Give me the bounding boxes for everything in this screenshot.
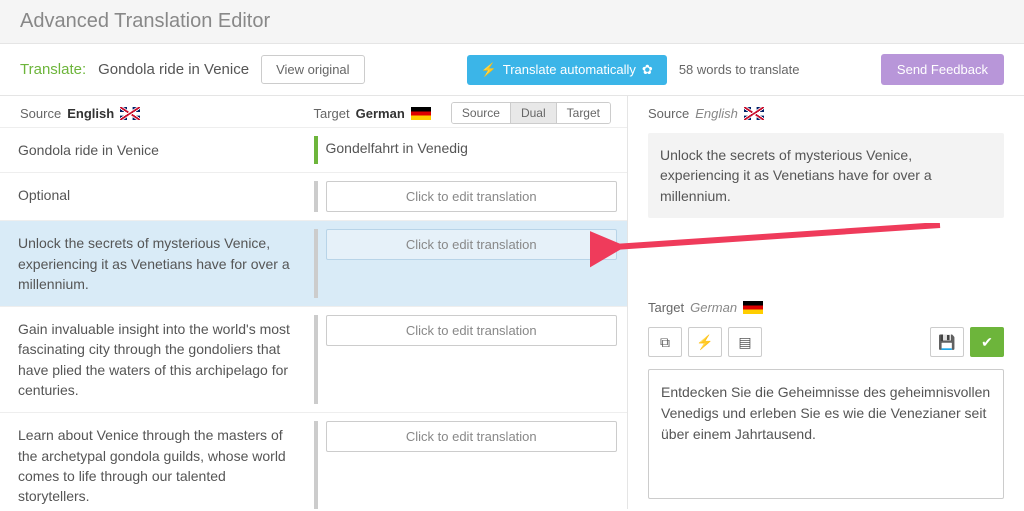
target-panel-label: Target German — [648, 300, 1004, 315]
auto-translate-label: Translate automatically — [503, 62, 636, 77]
view-target-tab[interactable]: Target — [557, 103, 610, 123]
source-column-header: Source English — [20, 106, 314, 121]
segment-row[interactable]: Learn about Venice through the masters o… — [0, 412, 627, 509]
segment-list: Gondola ride in Venice Gondelfahrt in Ve… — [0, 127, 627, 509]
bolt-icon: ⚡ — [481, 62, 497, 78]
copy-source-button[interactable]: ⧉ — [648, 327, 682, 357]
segment-source: Gondola ride in Venice — [0, 128, 314, 172]
segment-target: Gondelfahrt in Venedig — [326, 136, 468, 160]
app-title: Advanced Translation Editor — [20, 10, 1004, 33]
gear-icon: ✿ — [642, 62, 653, 78]
translate-label: Translate: — [20, 61, 86, 78]
view-original-button[interactable]: View original — [261, 55, 364, 84]
edit-translation-button[interactable]: Click to edit translation — [326, 421, 618, 452]
status-bar-icon — [314, 181, 318, 212]
status-bar-icon — [314, 421, 318, 509]
status-bar-icon — [314, 315, 318, 404]
view-dual-tab[interactable]: Dual — [511, 103, 557, 123]
glossary-button[interactable]: ▤ — [728, 327, 762, 357]
book-icon: ▤ — [738, 334, 751, 351]
segment-row[interactable]: Unlock the secrets of mysterious Venice,… — [0, 220, 627, 306]
segment-row[interactable]: Optional Click to edit translation — [0, 172, 627, 220]
de-flag-icon — [411, 107, 431, 120]
source-panel-label: Source English — [648, 106, 1004, 121]
bolt-icon: ⚡ — [696, 334, 713, 351]
status-bar-icon — [314, 136, 318, 164]
word-count: 58 words to translate — [679, 62, 800, 77]
confirm-button[interactable]: ✔ — [970, 327, 1004, 357]
segment-source: Learn about Venice through the masters o… — [0, 413, 314, 509]
uk-flag-icon — [120, 107, 140, 120]
segment-row[interactable]: Gondola ride in Venice Gondelfahrt in Ve… — [0, 127, 627, 172]
copy-icon: ⧉ — [660, 334, 670, 351]
send-feedback-button[interactable]: Send Feedback — [881, 54, 1004, 85]
uk-flag-icon — [744, 107, 764, 120]
edit-translation-button[interactable]: Click to edit translation — [326, 181, 618, 212]
translate-automatically-button[interactable]: ⚡ Translate automatically ✿ — [467, 55, 667, 85]
app-header: Advanced Translation Editor — [0, 0, 1024, 44]
segment-source: Optional — [0, 173, 314, 220]
view-source-tab[interactable]: Source — [452, 103, 511, 123]
document-title: Gondola ride in Venice — [98, 61, 249, 78]
save-icon: 💾 — [938, 334, 955, 351]
segment-source: Unlock the secrets of mysterious Venice,… — [0, 221, 314, 306]
save-button[interactable]: 💾 — [930, 327, 964, 357]
status-bar-icon — [314, 229, 318, 298]
detail-panel: Source English Unlock the secrets of mys… — [628, 96, 1024, 509]
toolbar: Translate: Gondola ride in Venice View o… — [0, 44, 1024, 96]
segment-source: Gain invaluable insight into the world's… — [0, 307, 314, 412]
target-toolbar: ⧉ ⚡ ▤ 💾 ✔ — [648, 327, 1004, 357]
edit-translation-button[interactable]: Click to edit translation — [326, 229, 618, 260]
target-text-input[interactable]: Entdecken Sie die Geheimnisse des geheim… — [648, 369, 1004, 499]
source-text-panel: Unlock the secrets of mysterious Venice,… — [648, 133, 1004, 218]
view-toggle: Source Dual Target — [451, 102, 611, 124]
de-flag-icon — [743, 301, 763, 314]
check-icon: ✔ — [981, 334, 993, 351]
segment-row[interactable]: Gain invaluable insight into the world's… — [0, 306, 627, 412]
edit-translation-button[interactable]: Click to edit translation — [326, 315, 618, 346]
machine-translate-button[interactable]: ⚡ — [688, 327, 722, 357]
segments-panel: Source English Target German Source Dual… — [0, 96, 628, 509]
